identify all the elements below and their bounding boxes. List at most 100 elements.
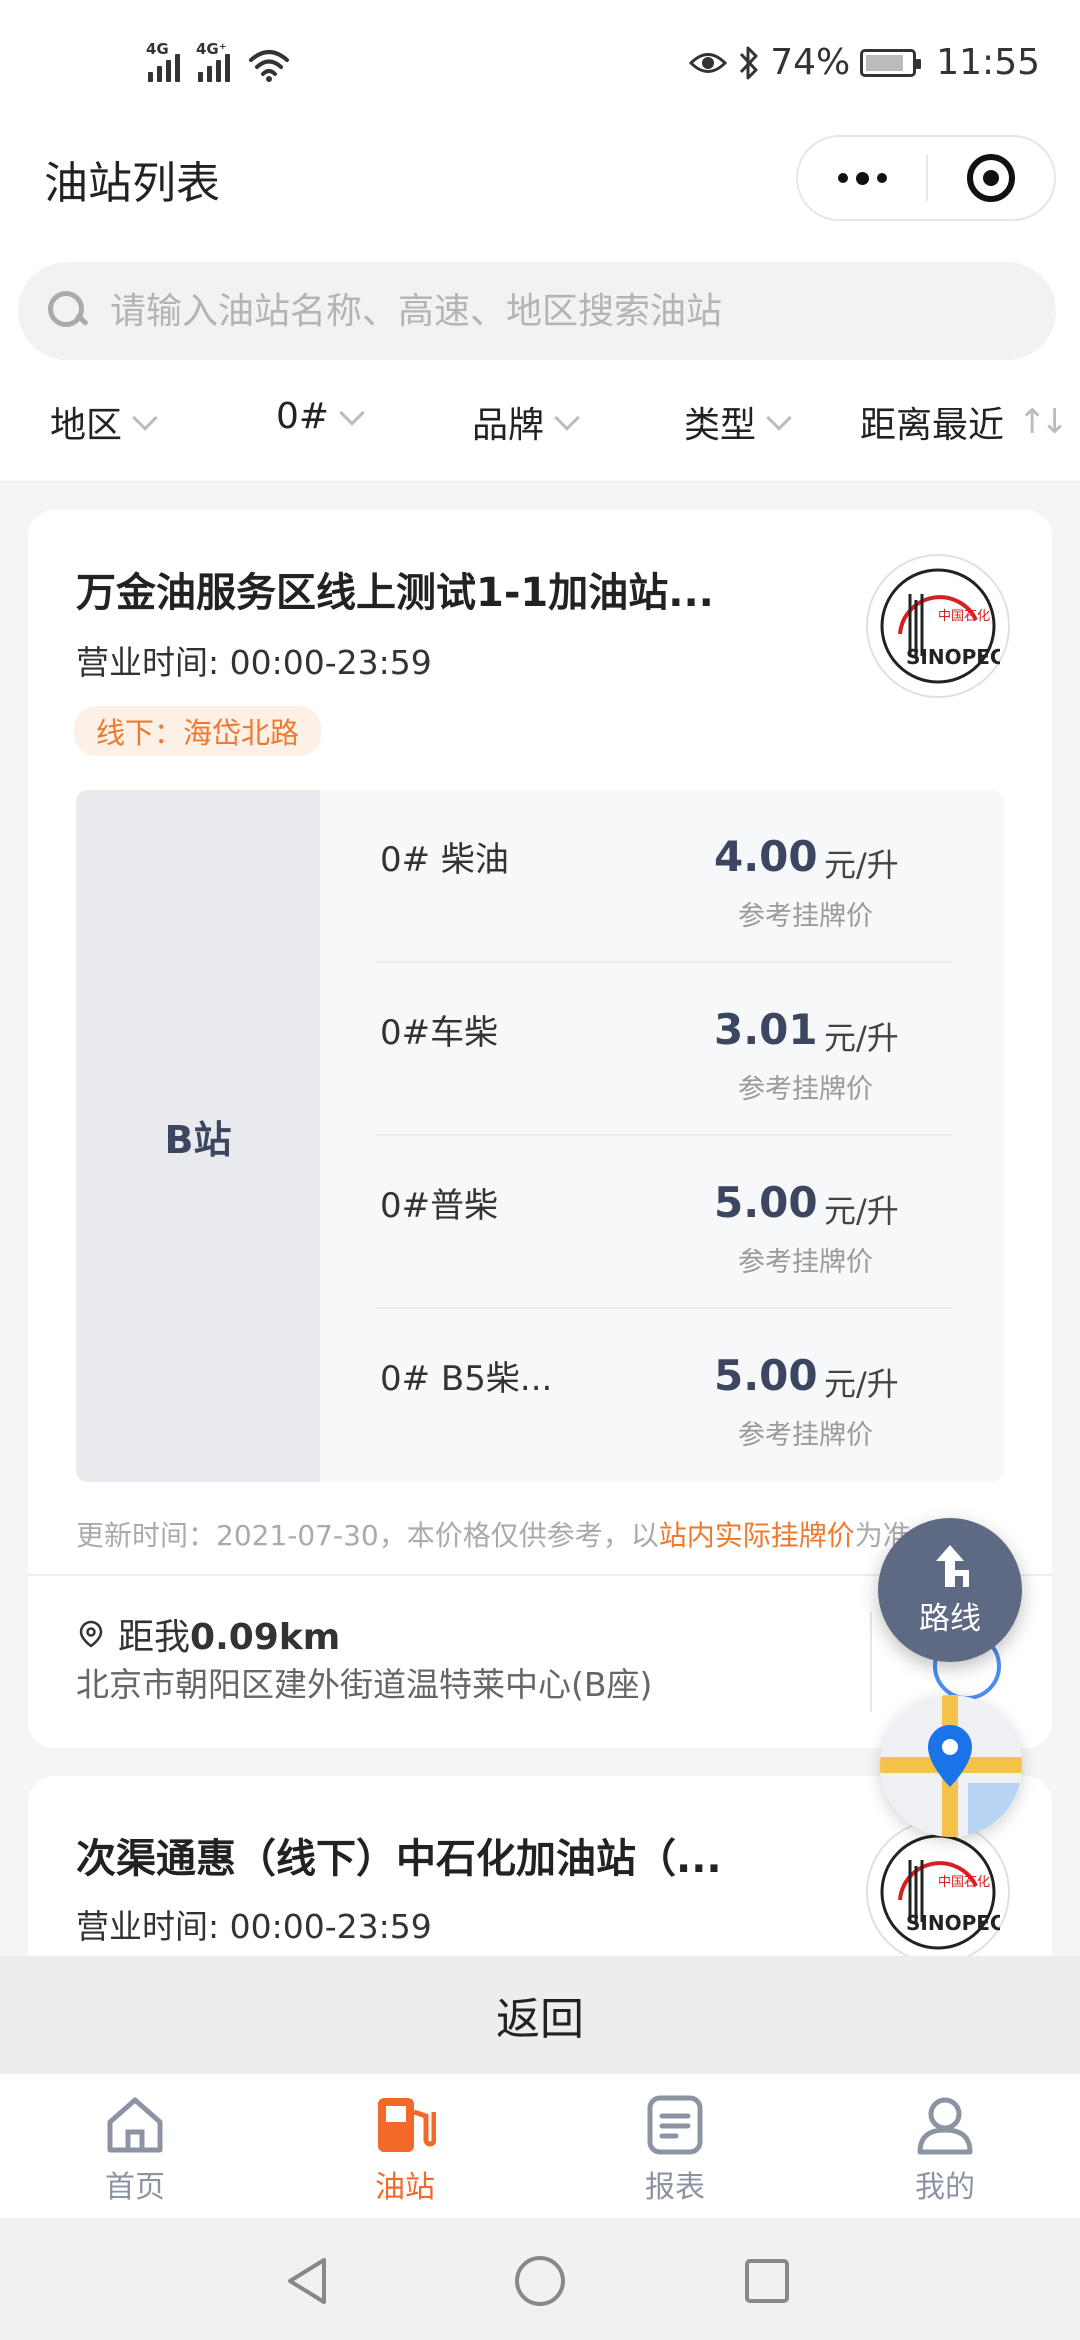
price-note: 参考挂牌价 <box>738 901 873 932</box>
fuel-name: 0# 柴油 <box>380 840 509 880</box>
filter-region[interactable]: 地区 <box>50 396 158 448</box>
page-title: 油站列表 <box>44 158 220 209</box>
tab-home[interactable]: 首页 <box>55 2094 215 2206</box>
tab-report[interactable]: 报表 <box>595 2094 755 2206</box>
bottom-tab-bar: 首页 油站 报表 我的 <box>0 2074 1080 2218</box>
fuel-price: 5.00 <box>714 1351 818 1400</box>
home-circle-icon[interactable] <box>514 2255 566 2307</box>
report-icon <box>647 2095 703 2155</box>
sinopec-logo: 中国石化 SINOPEC <box>866 554 1010 698</box>
filter-brand[interactable]: 品牌 <box>472 396 580 448</box>
fuel-price: 5.00 <box>714 1178 818 1227</box>
sort-distance-label: 距离最近 <box>860 405 1005 446</box>
battery-percent: 74% <box>770 42 851 83</box>
home-icon <box>107 2097 163 2153</box>
filter-type-label: 类型 <box>684 405 757 446</box>
tab-gas-station[interactable]: 油站 <box>325 2094 485 2206</box>
fuel-name: 0# B5柴... <box>380 1359 553 1399</box>
map-location-icon <box>880 1695 1022 1837</box>
price-row: 0# B5柴... 5.00 元/升 参考挂牌价 <box>376 1309 952 1482</box>
bluetooth-icon <box>740 46 758 79</box>
svg-text:中国石化: 中国石化 <box>938 609 990 624</box>
route-button[interactable]: 路线 <box>878 1518 1022 1662</box>
nav-divider <box>870 1612 872 1712</box>
distance-value: 0.09km <box>190 1617 341 1658</box>
price-unit: 元/升 <box>824 1019 899 1057</box>
price-note: 参考挂牌价 <box>738 1420 873 1451</box>
station-address: 北京市朝阳区建外街道温特莱中心(B座) <box>76 1665 653 1704</box>
distance-row: 距我0.09km <box>76 1608 340 1660</box>
eye-comfort-icon <box>689 52 728 73</box>
signal-indicators: 4G 4G⁺ <box>146 40 290 82</box>
svg-text:SINOPEC: SINOPEC <box>906 645 1000 669</box>
gas-station-icon <box>378 2098 436 2152</box>
fuel-name: 0#普柴 <box>380 1186 499 1226</box>
price-table: B站 0# 柴油 4.00 元/升 参考挂牌价 0#车柴 3.01 元/升 参考… <box>76 790 1004 1482</box>
distance-label: 距我 <box>118 1617 191 1658</box>
svg-text:中国石化: 中国石化 <box>938 1875 990 1890</box>
svg-text:SINOPEC: SINOPEC <box>906 1911 1000 1935</box>
sim2-network-label: 4G⁺ <box>196 40 227 58</box>
chevron-down-icon <box>132 405 158 431</box>
station-tag: 线下：海岱北路 <box>74 706 322 756</box>
sim1-network-label: 4G <box>146 40 169 58</box>
station-hours: 营业时间: 00:00-23:59 <box>76 1907 432 1946</box>
station-hours: 营业时间: 00:00-23:59 <box>76 643 432 682</box>
filter-fuel-grade-label: 0# <box>276 396 330 437</box>
route-label: 路线 <box>919 1600 981 1637</box>
price-unit: 元/升 <box>824 846 899 884</box>
search-section <box>0 260 1080 370</box>
update-highlight: 站内实际挂牌价 <box>658 1519 855 1552</box>
tab-home-label: 首页 <box>105 2170 165 2205</box>
sim1-signal-icon: 4G <box>146 40 180 82</box>
tab-gas-station-label: 油站 <box>375 2170 435 2205</box>
clock: 11:55 <box>936 42 1040 83</box>
price-unit: 元/升 <box>824 1365 899 1403</box>
close-mini-program-button[interactable] <box>928 154 1054 202</box>
price-row: 0#普柴 5.00 元/升 参考挂牌价 <box>376 1136 952 1309</box>
station-name: 万金油服务区线上测试1-1加油站... <box>76 570 714 616</box>
chevron-down-icon <box>554 405 580 431</box>
status-right: 74% 11:55 <box>688 42 1040 83</box>
wifi-icon <box>249 50 289 82</box>
route-arrow-icon <box>936 1544 969 1587</box>
search-box[interactable] <box>18 262 1056 360</box>
sort-distance[interactable]: 距离最近 ↑↓ <box>860 396 1069 448</box>
locate-button[interactable] <box>880 1695 1022 1837</box>
tab-profile[interactable]: 我的 <box>865 2094 1025 2206</box>
profile-icon <box>917 2097 973 2155</box>
sim2-signal-icon: 4G⁺ <box>196 40 230 82</box>
price-unit: 元/升 <box>824 1192 899 1230</box>
more-options-button[interactable] <box>798 137 926 219</box>
tab-profile-label: 我的 <box>915 2170 975 2205</box>
update-prefix: 更新时间：2021-07-30，本价格仅供参考，以 <box>76 1519 659 1552</box>
chevron-down-icon <box>766 405 792 431</box>
tab-report-label: 报表 <box>645 2170 705 2205</box>
target-icon <box>967 154 1015 202</box>
search-input[interactable] <box>110 290 1010 332</box>
back-triangle-icon[interactable] <box>284 2256 330 2306</box>
price-row: 0#车柴 3.01 元/升 参考挂牌价 <box>376 963 952 1136</box>
battery-icon <box>860 48 922 77</box>
recents-square-icon[interactable] <box>744 2258 790 2304</box>
filter-fuel-grade[interactable]: 0# <box>276 396 365 437</box>
sinopec-logo: 中国石化 SINOPEC <box>866 1820 1010 1956</box>
update-note: 更新时间：2021-07-30，本价格仅供参考，以站内实际挂牌价为准 <box>76 1514 911 1554</box>
station-name: 次渠通惠（线下）中石化加油站（... <box>76 1836 722 1882</box>
price-note: 参考挂牌价 <box>738 1247 873 1278</box>
filter-brand-label: 品牌 <box>472 405 545 446</box>
filter-type[interactable]: 类型 <box>684 396 792 448</box>
chevron-down-icon <box>339 399 365 426</box>
status-bar: 4G 4G⁺ 74% 11:55 <box>0 0 1080 135</box>
mini-program-capsule <box>796 135 1056 221</box>
price-row: 0# 柴油 4.00 元/升 参考挂牌价 <box>376 790 952 963</box>
fuel-name: 0#车柴 <box>380 1013 499 1053</box>
price-note: 参考挂牌价 <box>738 1074 873 1105</box>
sort-icon: ↑↓ <box>1018 402 1069 442</box>
fuel-price: 4.00 <box>714 832 818 881</box>
filter-bar: 地区 0# 品牌 类型 距离最近 ↑↓ <box>0 370 1080 482</box>
search-icon <box>48 291 88 331</box>
fuel-price: 3.01 <box>714 1005 818 1054</box>
filter-region-label: 地区 <box>50 405 123 446</box>
back-button[interactable]: 返回 <box>0 1956 1080 2074</box>
